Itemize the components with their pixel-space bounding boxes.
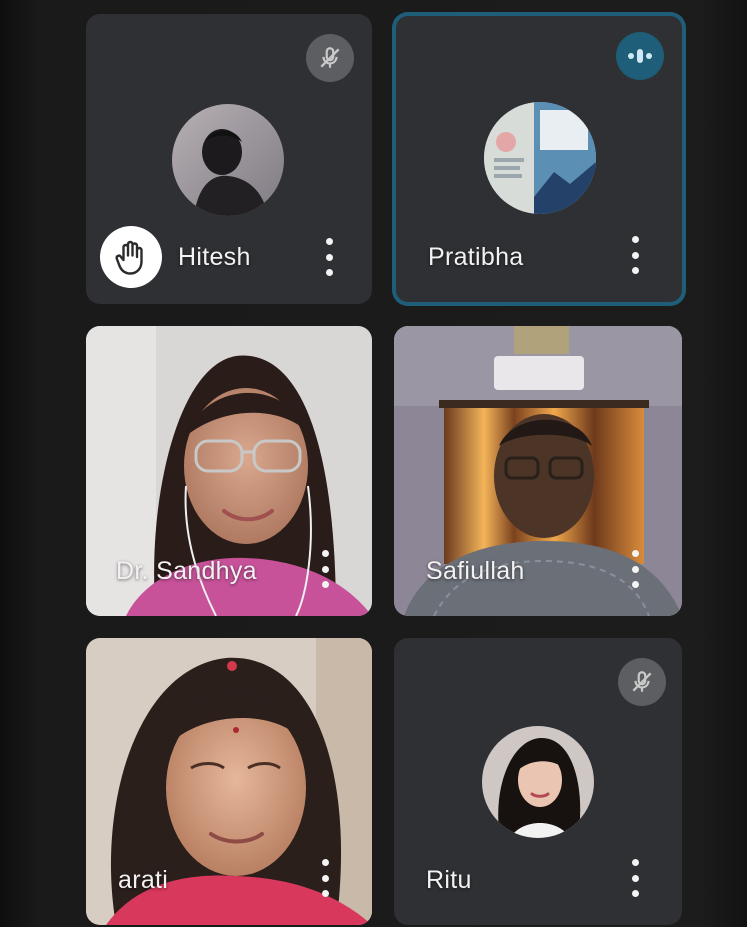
avatar-ritu	[482, 726, 594, 838]
avatar-pratibha	[484, 102, 596, 214]
more-vert-icon[interactable]	[628, 236, 642, 274]
more-vert-icon[interactable]	[322, 238, 336, 276]
more-vert-icon[interactable]	[628, 550, 642, 588]
avatar-hitesh	[172, 104, 284, 216]
participant-tile-safiullah[interactable]: Safiullah	[394, 326, 682, 616]
participant-tile-arati[interactable]: arati	[86, 638, 372, 925]
participant-tile-dr-sandhya[interactable]: Dr. Sandhya	[86, 326, 372, 616]
participant-tile-ritu[interactable]: Ritu	[394, 638, 682, 925]
raised-hand-icon	[100, 226, 162, 288]
participant-name: Pratibha	[428, 243, 524, 271]
participant-name: Ritu	[426, 866, 472, 894]
participant-name: Dr. Sandhya	[116, 557, 257, 585]
participant-name: Hitesh	[178, 243, 251, 271]
meeting-grid: Hitesh Pratibha Dr. Sandhya Safiullah ar…	[0, 0, 747, 927]
participant-tile-pratibha[interactable]: Pratibha	[392, 12, 686, 306]
more-vert-icon[interactable]	[318, 859, 332, 897]
participant-tile-hitesh[interactable]: Hitesh	[86, 14, 372, 304]
mic-off-icon	[306, 34, 354, 82]
participant-name: Safiullah	[426, 557, 525, 585]
more-vert-icon[interactable]	[318, 550, 332, 588]
participant-name: arati	[118, 866, 169, 894]
mic-off-icon	[618, 658, 666, 706]
more-vert-icon[interactable]	[628, 859, 642, 897]
audio-level-icon	[616, 32, 664, 80]
